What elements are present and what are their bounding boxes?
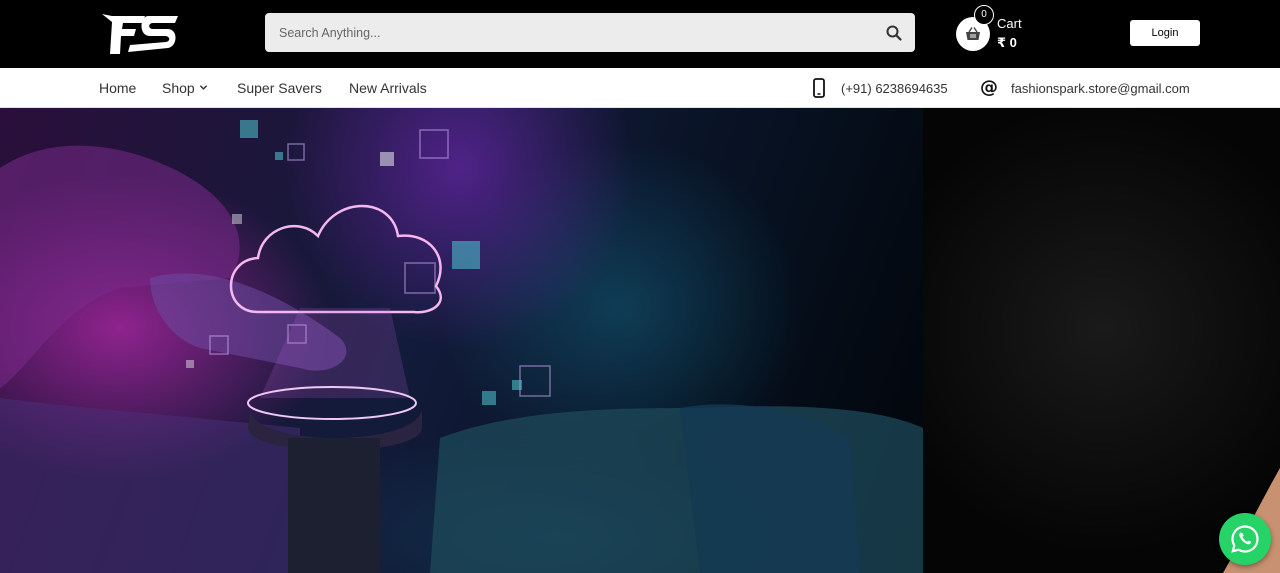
at-icon: @	[980, 77, 998, 102]
cart-total: ₹ 0	[997, 35, 1017, 50]
nav-item-new-arrivals[interactable]: New Arrivals	[349, 80, 427, 96]
contact-email[interactable]: fashionspark.store@gmail.com	[1011, 81, 1190, 96]
basket-icon	[966, 27, 980, 40]
smartwatch-illustration	[0, 120, 923, 573]
top-header: 0 Cart ₹ 0 Login	[0, 0, 1280, 68]
svg-text:@: @	[980, 77, 998, 97]
banner-image-next[interactable]	[923, 108, 1280, 573]
login-button[interactable]: Login	[1130, 20, 1200, 46]
main-nav: Home Shop Super Savers New Arrivals (+91…	[0, 68, 1280, 108]
logo-mark	[102, 14, 178, 54]
nav-item-home[interactable]: Home	[99, 80, 136, 96]
nav-item-shop-label: Shop	[162, 80, 195, 96]
nav-item-super-savers[interactable]: Super Savers	[237, 80, 322, 96]
cart-count-badge: 0	[974, 5, 994, 25]
cart-label: Cart	[997, 16, 1022, 31]
hero-banner	[0, 108, 1280, 573]
search-icon[interactable]	[883, 22, 905, 44]
search-bar	[265, 13, 915, 52]
cart-widget[interactable]: 0 Cart ₹ 0	[956, 5, 1056, 55]
brand-logo[interactable]	[98, 12, 180, 56]
chevron-down-icon	[199, 85, 207, 90]
contact-phone[interactable]: (+91) 6238694635	[841, 81, 948, 96]
whatsapp-icon	[1231, 525, 1259, 553]
banner-image-smartwatch[interactable]	[0, 108, 923, 573]
phone-icon	[813, 78, 825, 103]
next-slide-preview	[1223, 468, 1280, 573]
nav-item-shop[interactable]: Shop	[162, 80, 208, 96]
whatsapp-chat-button[interactable]	[1219, 513, 1271, 565]
search-input[interactable]	[265, 13, 865, 52]
